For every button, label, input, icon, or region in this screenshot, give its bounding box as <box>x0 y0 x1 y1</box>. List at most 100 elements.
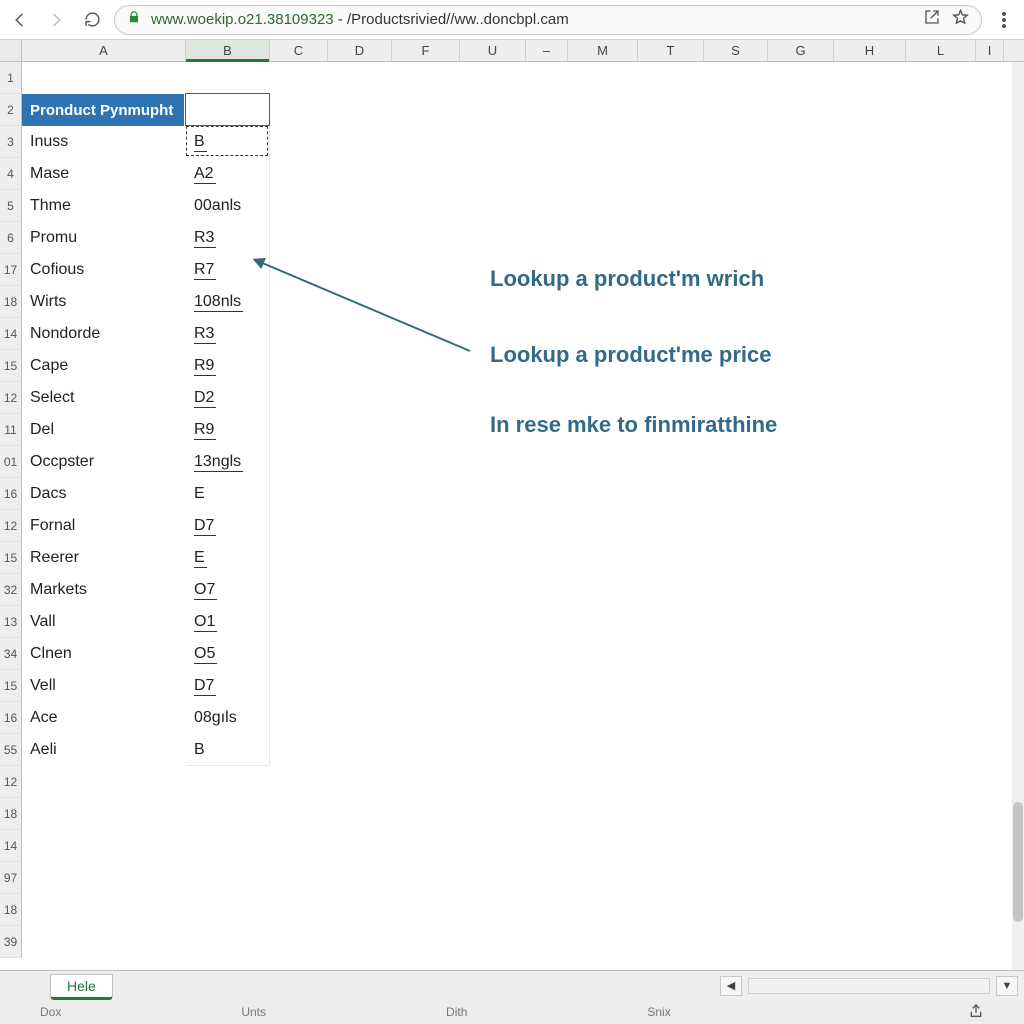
cell-product-name[interactable]: Del <box>22 414 186 446</box>
column-header-U[interactable]: U <box>460 40 526 61</box>
cell-product-value[interactable]: B <box>186 126 270 158</box>
row-header[interactable]: 16 <box>0 702 22 734</box>
table-header-cell[interactable]: Pronduct Pynmupht <box>22 94 184 126</box>
row-header[interactable]: 18 <box>0 894 22 926</box>
cell-product-name[interactable]: Occpster <box>22 446 186 478</box>
cell-product-name[interactable]: Aeli <box>22 734 186 766</box>
cell-product-value[interactable]: R9 <box>186 350 270 382</box>
row-header[interactable]: 4 <box>0 158 22 190</box>
row-header[interactable]: 34 <box>0 638 22 670</box>
cell-product-value[interactable]: A2 <box>186 158 270 190</box>
cell-product-value[interactable]: R3 <box>186 222 270 254</box>
cell-product-name[interactable]: Markets <box>22 574 186 606</box>
cell-product-name[interactable]: Wirts <box>22 286 186 318</box>
row-header[interactable]: 32 <box>0 574 22 606</box>
forward-button[interactable] <box>42 6 70 34</box>
row-header[interactable]: 1 <box>0 62 22 94</box>
cell-product-name[interactable]: Vell <box>22 670 186 702</box>
column-header-M[interactable]: M <box>568 40 638 61</box>
row-header[interactable]: 6 <box>0 222 22 254</box>
row-header[interactable]: 11 <box>0 414 22 446</box>
row-header[interactable]: 3 <box>0 126 22 158</box>
open-external-icon[interactable] <box>924 9 940 31</box>
star-icon[interactable] <box>952 9 969 31</box>
column-header-row: ABCDFU–MTSGHLI <box>0 40 1024 62</box>
row-header[interactable]: 16 <box>0 478 22 510</box>
cell-product-value[interactable]: B <box>186 734 270 766</box>
cell-product-name[interactable]: Dacs <box>22 478 186 510</box>
row-header[interactable]: 12 <box>0 382 22 414</box>
cell-product-name[interactable]: Cofious <box>22 254 186 286</box>
row-header[interactable]: 01 <box>0 446 22 478</box>
cell-product-name[interactable]: Mase <box>22 158 186 190</box>
row-header[interactable]: 14 <box>0 318 22 350</box>
cell-product-value[interactable]: 08gıls <box>186 702 270 734</box>
cell-product-name[interactable]: Ace <box>22 702 186 734</box>
cell-product-value[interactable]: R3 <box>186 318 270 350</box>
column-header-T[interactable]: T <box>638 40 704 61</box>
column-header-B[interactable]: B <box>186 40 270 61</box>
column-header-I[interactable]: I <box>976 40 1004 61</box>
cell-product-name[interactable]: Inuss <box>22 126 186 158</box>
row-header[interactable]: 12 <box>0 510 22 542</box>
spreadsheet-grid[interactable]: 1234561718141512110116121532133415165512… <box>0 62 1024 970</box>
row-header[interactable]: 18 <box>0 286 22 318</box>
cell-product-name[interactable]: Select <box>22 382 186 414</box>
column-header-C[interactable]: C <box>270 40 328 61</box>
vertical-scrollbar[interactable] <box>1012 62 1024 970</box>
cell-product-name[interactable]: Cape <box>22 350 186 382</box>
cell-product-value[interactable]: O1 <box>186 606 270 638</box>
share-icon[interactable] <box>968 1003 984 1022</box>
hscroll-dropdown-button[interactable]: ▼ <box>996 976 1018 996</box>
column-header-S[interactable]: S <box>704 40 768 61</box>
row-header[interactable]: 15 <box>0 350 22 382</box>
cell-product-value[interactable]: D7 <box>186 670 270 702</box>
cell-product-name[interactable]: Vall <box>22 606 186 638</box>
horizontal-scrollbar[interactable] <box>748 978 990 994</box>
row-header[interactable]: 15 <box>0 542 22 574</box>
cell-product-value[interactable]: R7 <box>186 254 270 286</box>
row-header[interactable]: 15 <box>0 670 22 702</box>
cell-product-value[interactable]: O7 <box>186 574 270 606</box>
row-header[interactable]: 17 <box>0 254 22 286</box>
back-button[interactable] <box>6 6 34 34</box>
cell-product-value[interactable]: E <box>186 478 270 510</box>
column-header-G[interactable]: G <box>768 40 834 61</box>
column-header-–[interactable]: – <box>526 40 568 61</box>
column-header-D[interactable]: D <box>328 40 392 61</box>
column-header-F[interactable]: F <box>392 40 460 61</box>
cell-product-value[interactable]: 108nls <box>186 286 270 318</box>
cell-product-value[interactable]: 00anls <box>186 190 270 222</box>
cell-product-value[interactable]: E <box>186 542 270 574</box>
row-header[interactable]: 97 <box>0 862 22 894</box>
cell-product-value[interactable]: D2 <box>186 382 270 414</box>
column-header-H[interactable]: H <box>834 40 906 61</box>
vertical-scrollbar-thumb[interactable] <box>1013 802 1023 922</box>
cell-product-value[interactable]: O5 <box>186 638 270 670</box>
column-header-L[interactable]: L <box>906 40 976 61</box>
cell-product-value[interactable]: 13ngls <box>186 446 270 478</box>
select-all-corner[interactable] <box>0 40 22 61</box>
menu-icon[interactable] <box>990 6 1018 34</box>
address-bar[interactable]: www.woekip.o21.38109323 - /Productsrivie… <box>114 5 982 35</box>
cell-product-value[interactable]: D7 <box>186 510 270 542</box>
row-header[interactable]: 14 <box>0 830 22 862</box>
row-header[interactable]: 5 <box>0 190 22 222</box>
row-header[interactable]: 2 <box>0 94 22 126</box>
row-header[interactable]: 13 <box>0 606 22 638</box>
reload-button[interactable] <box>78 6 106 34</box>
hscroll-left-button[interactable]: ◀ <box>720 976 742 996</box>
cell-product-name[interactable]: Reerer <box>22 542 186 574</box>
row-header[interactable]: 18 <box>0 798 22 830</box>
cell-product-name[interactable]: Fornal <box>22 510 186 542</box>
row-header[interactable]: 55 <box>0 734 22 766</box>
cell-product-name[interactable]: Promu <box>22 222 186 254</box>
cell-product-name[interactable]: Thme <box>22 190 186 222</box>
column-header-A[interactable]: A <box>22 40 186 61</box>
sheet-tab-active[interactable]: Hele <box>50 974 113 1000</box>
row-header[interactable]: 12 <box>0 766 22 798</box>
row-header[interactable]: 39 <box>0 926 22 958</box>
cell-product-name[interactable]: Clnen <box>22 638 186 670</box>
cell-product-name[interactable]: Nondorde <box>22 318 186 350</box>
cell-product-value[interactable]: R9 <box>186 414 270 446</box>
